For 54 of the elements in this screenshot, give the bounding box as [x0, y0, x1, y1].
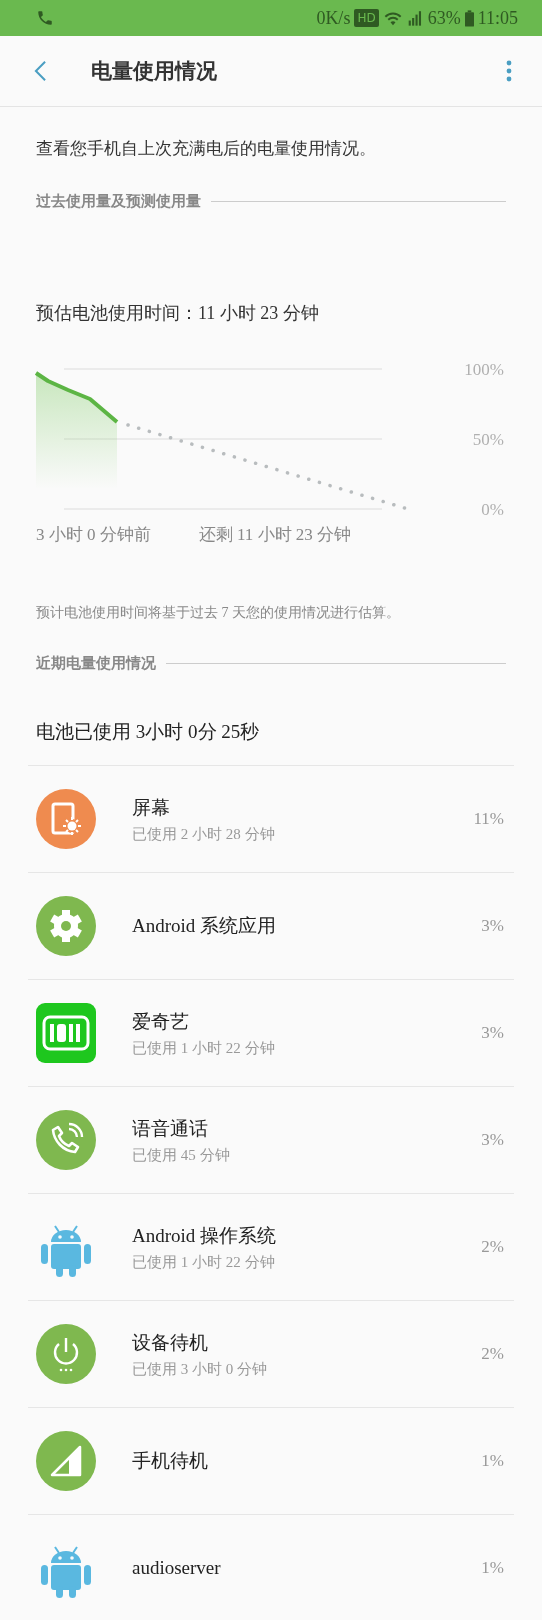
app-usage-row[interactable]: Android 系统应用 3% — [28, 873, 514, 980]
tv-app-icon — [36, 1003, 96, 1063]
phone-brightness-icon — [36, 789, 96, 849]
app-name: 设备待机 — [132, 1330, 209, 1355]
clock: 11:05 — [477, 7, 518, 29]
app-usage-row[interactable]: 手机待机 1% — [28, 1408, 514, 1515]
battery-used-text: 电池已使用 3小时 0分 25秒 — [28, 673, 514, 766]
app-usage-row[interactable]: 爱奇艺 已使用 1 小时 22 分钟 3% — [28, 980, 514, 1087]
phone-call-icon — [36, 1110, 96, 1170]
app-name: 爱奇艺 — [132, 1009, 190, 1034]
usage-percent: 3% — [481, 1130, 504, 1150]
usage-percent: 2% — [481, 1344, 504, 1364]
usage-percent: 11% — [473, 809, 504, 829]
section-title: 近期电量使用情况 — [36, 654, 156, 673]
hd-badge: HD — [354, 9, 379, 27]
app-usage-row[interactable]: 屏幕 已使用 2 小时 28 分钟 11% — [28, 766, 514, 873]
description-text: 查看您手机自上次充满电后的电量使用情况。 — [35, 138, 377, 160]
axis-label: 50% — [472, 430, 504, 449]
usage-time: 已使用 3 小时 0 分钟 — [132, 1359, 268, 1379]
app-name: 屏幕 — [132, 795, 171, 820]
app-name: 手机待机 — [132, 1449, 209, 1473]
note-text: 预计电池使用时间将基于过去 7 天您的使用情况进行估算。 — [35, 604, 401, 622]
section-title: 过去使用量及预测使用量 — [36, 192, 201, 211]
app-usage-row[interactable]: audioserver 1% — [28, 1515, 514, 1620]
usage-time: 已使用 45 分钟 — [132, 1145, 231, 1165]
estimate-text: 预估电池使用时间：11 小时 23 分钟 — [35, 302, 320, 325]
settings-icon — [36, 896, 96, 956]
phone-icon — [36, 9, 54, 27]
usage-percent: 2% — [481, 1237, 504, 1257]
usage-percent: 1% — [481, 1451, 504, 1471]
page-title: 电量使用情况 — [91, 58, 217, 85]
battery-icon — [464, 9, 474, 27]
axis-label: 还剩 11 小时 23 分钟 — [198, 524, 352, 546]
power-icon — [36, 1324, 96, 1384]
usage-percent: 3% — [481, 1023, 504, 1043]
usage-percent: 3% — [481, 916, 504, 936]
axis-label: 0% — [481, 500, 504, 519]
app-name: Android 系统应用 — [132, 914, 278, 938]
axis-label: 100% — [464, 360, 504, 379]
axis-label: 3 小时 0 分钟前 — [36, 524, 151, 546]
app-usage-row[interactable]: 设备待机 已使用 3 小时 0 分钟 2% — [28, 1301, 514, 1408]
app-name: audioserver — [132, 1557, 222, 1579]
signal-icon — [406, 10, 424, 26]
app-usage-row[interactable]: Android 操作系统 已使用 1 小时 22 分钟 2% — [28, 1194, 514, 1301]
usage-time: 已使用 1 小时 22 分钟 — [132, 1038, 276, 1058]
usage-time: 已使用 1 小时 22 分钟 — [132, 1252, 276, 1272]
app-name: 语音通话 — [132, 1116, 209, 1141]
signal-icon — [36, 1431, 96, 1491]
battery-percent: 63% — [427, 7, 461, 29]
network-speed: 0K/s — [316, 7, 351, 29]
app-name: Android 操作系统 — [132, 1223, 278, 1248]
usage-percent: 1% — [481, 1558, 504, 1578]
usage-time: 已使用 2 小时 28 分钟 — [132, 824, 276, 844]
app-usage-row[interactable]: 语音通话 已使用 45 分钟 3% — [28, 1087, 514, 1194]
